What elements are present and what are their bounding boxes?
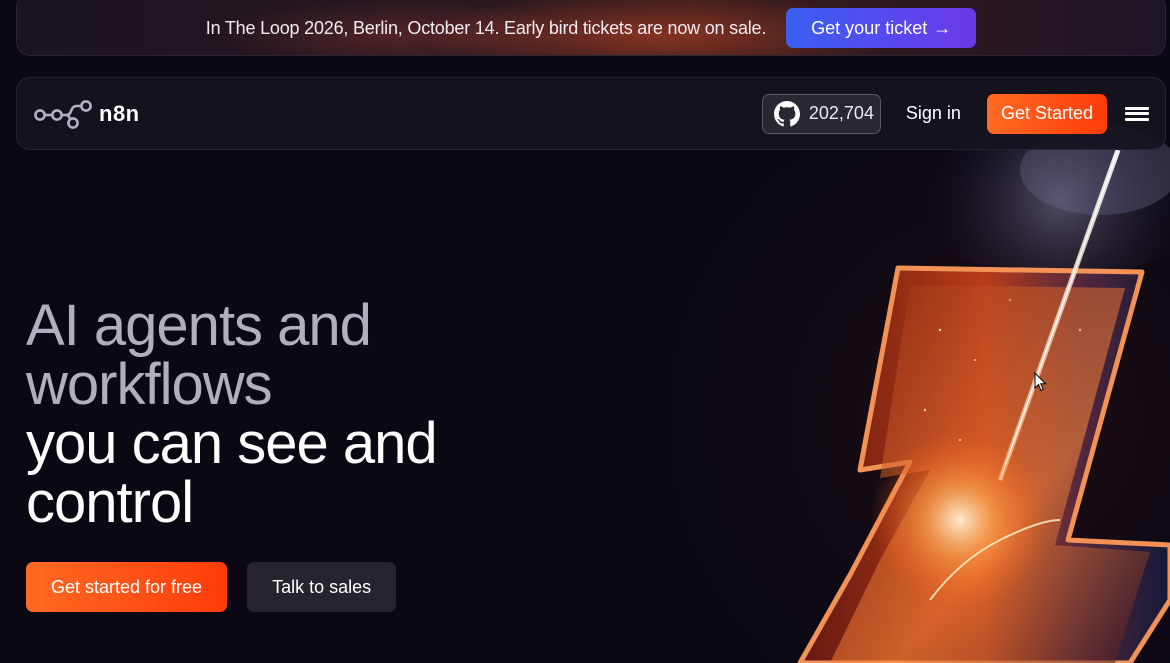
hero-section: AI agents and workflows you can see and … [26, 293, 438, 535]
headline-muted-line-2: workflows [26, 352, 273, 417]
get-started-button[interactable]: Get Started [986, 93, 1107, 134]
logo-text: n8n [99, 100, 140, 126]
headline-bright-line-2: control [26, 470, 194, 535]
nav-actions: 202,704 Sign in Get Started [761, 93, 1149, 134]
mouse-pointer-icon [1034, 372, 1047, 392]
n8n-logo-icon [34, 99, 92, 129]
get-started-free-button[interactable]: Get started for free [26, 562, 228, 612]
github-stars-button[interactable]: 202,704 [761, 93, 881, 134]
sign-in-link[interactable]: Sign in [906, 103, 961, 124]
hero-actions: Get started for free Talk to sales [26, 562, 397, 612]
hero-headline: AI agents and workflows you can see and … [26, 293, 438, 535]
github-star-count: 202,704 [808, 103, 874, 123]
headline-bright-line-1: you can see and [26, 411, 438, 476]
headline-muted-line-1: AI agents and [26, 293, 372, 358]
talk-to-sales-button[interactable]: Talk to sales [247, 562, 397, 612]
hamburger-menu-icon[interactable] [1125, 105, 1149, 123]
top-navbar: n8n 202,704 Sign in Get Started [16, 77, 1166, 150]
github-icon [773, 100, 800, 126]
n8n-logo[interactable]: n8n [33, 98, 140, 130]
